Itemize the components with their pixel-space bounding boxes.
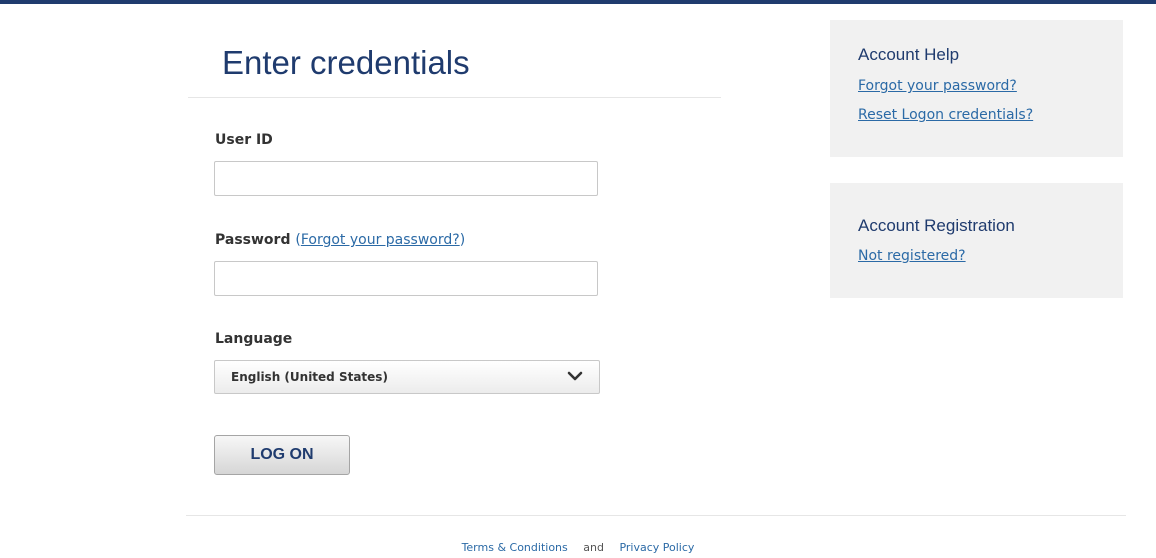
account-help-panel: Account Help Forgot your password? Reset…	[830, 20, 1123, 157]
user-id-input[interactable]	[214, 161, 598, 196]
user-id-label: User ID	[215, 132, 273, 148]
footer-and-text: and	[583, 541, 604, 554]
privacy-policy-link[interactable]: Privacy Policy	[619, 541, 694, 554]
password-label-row: Password (Forgot your password?)	[215, 232, 465, 248]
language-label: Language	[215, 331, 293, 347]
chevron-down-icon	[567, 371, 583, 381]
paren-close: )	[459, 232, 466, 248]
account-help-heading: Account Help	[858, 45, 960, 64]
terms-conditions-link[interactable]: Terms & Conditions	[462, 541, 568, 554]
login-page: Enter credentials User ID Password (Forg…	[0, 0, 1156, 558]
top-accent-bar	[0, 0, 1156, 4]
reset-logon-credentials-link[interactable]: Reset Logon credentials?	[858, 107, 1033, 123]
password-input[interactable]	[214, 261, 598, 296]
page-title: Enter credentials	[222, 44, 470, 81]
not-registered-link[interactable]: Not registered?	[858, 248, 966, 264]
log-on-button[interactable]: LOG ON	[214, 435, 350, 475]
forgot-password-inline-link[interactable]: Forgot your password?	[301, 232, 460, 248]
password-label: Password	[215, 232, 291, 248]
account-registration-heading: Account Registration	[858, 216, 1015, 235]
language-selected-value: English (United States)	[231, 370, 388, 384]
language-select[interactable]: English (United States)	[214, 360, 600, 394]
footer-divider	[186, 515, 1126, 516]
account-registration-panel: Account Registration Not registered?	[830, 183, 1123, 298]
title-divider	[188, 97, 721, 98]
forgot-password-link[interactable]: Forgot your password?	[858, 78, 1017, 94]
footer: Terms & Conditions and Privacy Policy	[0, 541, 1156, 554]
